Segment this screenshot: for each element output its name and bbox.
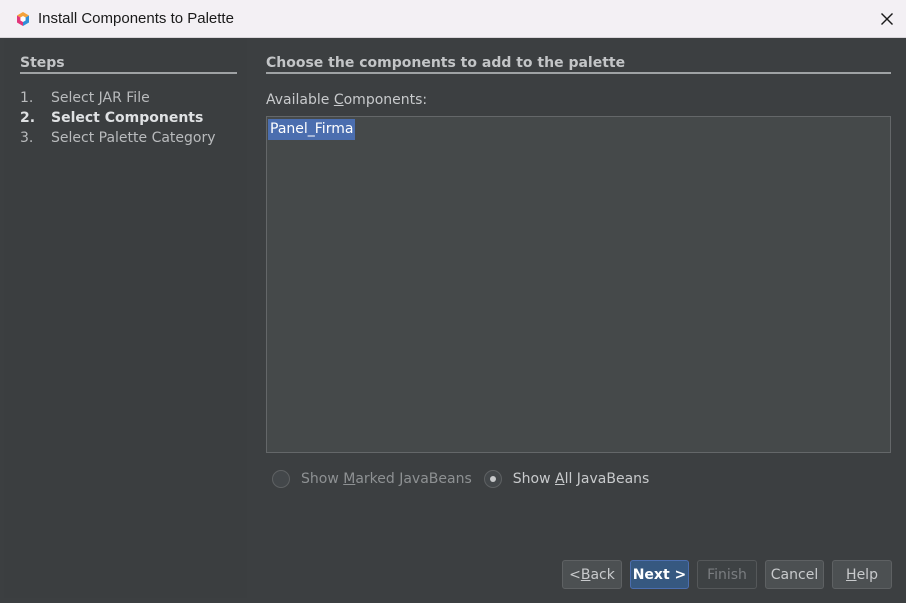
dialog-body: Steps 1. Select JAR File 2. Select Compo…	[4, 38, 902, 598]
netbeans-cube-icon	[15, 11, 31, 27]
step-item-select-components: 2. Select Components	[20, 110, 216, 130]
list-item[interactable]: Panel_Firma	[268, 119, 356, 140]
label-text-start: Available	[266, 92, 334, 108]
window-title: Install Components to Palette	[38, 10, 234, 27]
button-label-mnemonic: H	[846, 566, 857, 583]
finish-button[interactable]: Finish	[697, 560, 757, 589]
step-number: 2.	[20, 110, 36, 126]
available-components-list[interactable]: Panel_Firma	[266, 116, 891, 453]
steps-divider	[20, 72, 237, 74]
show-all-javabeans-option[interactable]: Show All JavaBeans	[483, 470, 650, 488]
step-number: 3.	[20, 130, 34, 146]
install-components-dialog: Install Components to Palette Steps 1. S…	[0, 0, 906, 603]
radio-label-mnemonic: M	[343, 471, 356, 487]
step-number: 1.	[20, 90, 34, 106]
step-label: Select Palette Category	[51, 130, 216, 146]
radio-label-start: Show	[301, 471, 344, 487]
page-title: Choose the components to add to the pale…	[266, 55, 626, 71]
radio-label: Show All JavaBeans	[513, 471, 650, 487]
available-components-label: Available Components:	[266, 92, 427, 108]
title-bar: Install Components to Palette	[0, 0, 906, 38]
button-label-end: ack	[590, 566, 615, 583]
steps-panel: Steps 1. Select JAR File 2. Select Compo…	[4, 38, 247, 598]
show-marked-javabeans-option[interactable]: Show Marked JavaBeans	[272, 470, 472, 488]
content-panel: Choose the components to add to the pale…	[266, 38, 892, 598]
steps-list: 1. Select JAR File 2. Select Components …	[20, 90, 216, 150]
javabeans-filter: Show Marked JavaBeans Show All JavaBeans	[272, 470, 661, 488]
step-label: Select JAR File	[51, 90, 150, 106]
close-icon	[881, 13, 893, 25]
radio-label-end: arked JavaBeans	[355, 471, 472, 487]
step-item-select-palette-category: 3. Select Palette Category	[20, 130, 216, 150]
button-label-end: elp	[856, 566, 878, 583]
cancel-button[interactable]: Cancel	[765, 560, 824, 589]
steps-heading: Steps	[20, 55, 65, 71]
radio-label: Show Marked JavaBeans	[301, 471, 472, 487]
button-label-start: <	[569, 566, 581, 583]
next-button[interactable]: Next >	[630, 560, 689, 589]
content-divider	[266, 72, 891, 74]
radio-label-start: Show	[512, 471, 555, 487]
label-text-end: omponents:	[343, 92, 428, 108]
button-label-mnemonic: B	[580, 566, 591, 583]
radio-button[interactable]	[272, 470, 290, 488]
step-label: Select Components	[51, 110, 204, 126]
radio-label-mnemonic: A	[555, 471, 565, 487]
radio-label-end: ll JavaBeans	[564, 471, 650, 487]
back-button[interactable]: < Back	[562, 560, 622, 589]
step-item-select-jar-file: 1. Select JAR File	[20, 90, 216, 110]
help-button[interactable]: Help	[832, 560, 892, 589]
radio-button-selected[interactable]	[483, 470, 502, 488]
close-button[interactable]	[868, 0, 906, 38]
label-mnemonic: C	[333, 92, 344, 108]
